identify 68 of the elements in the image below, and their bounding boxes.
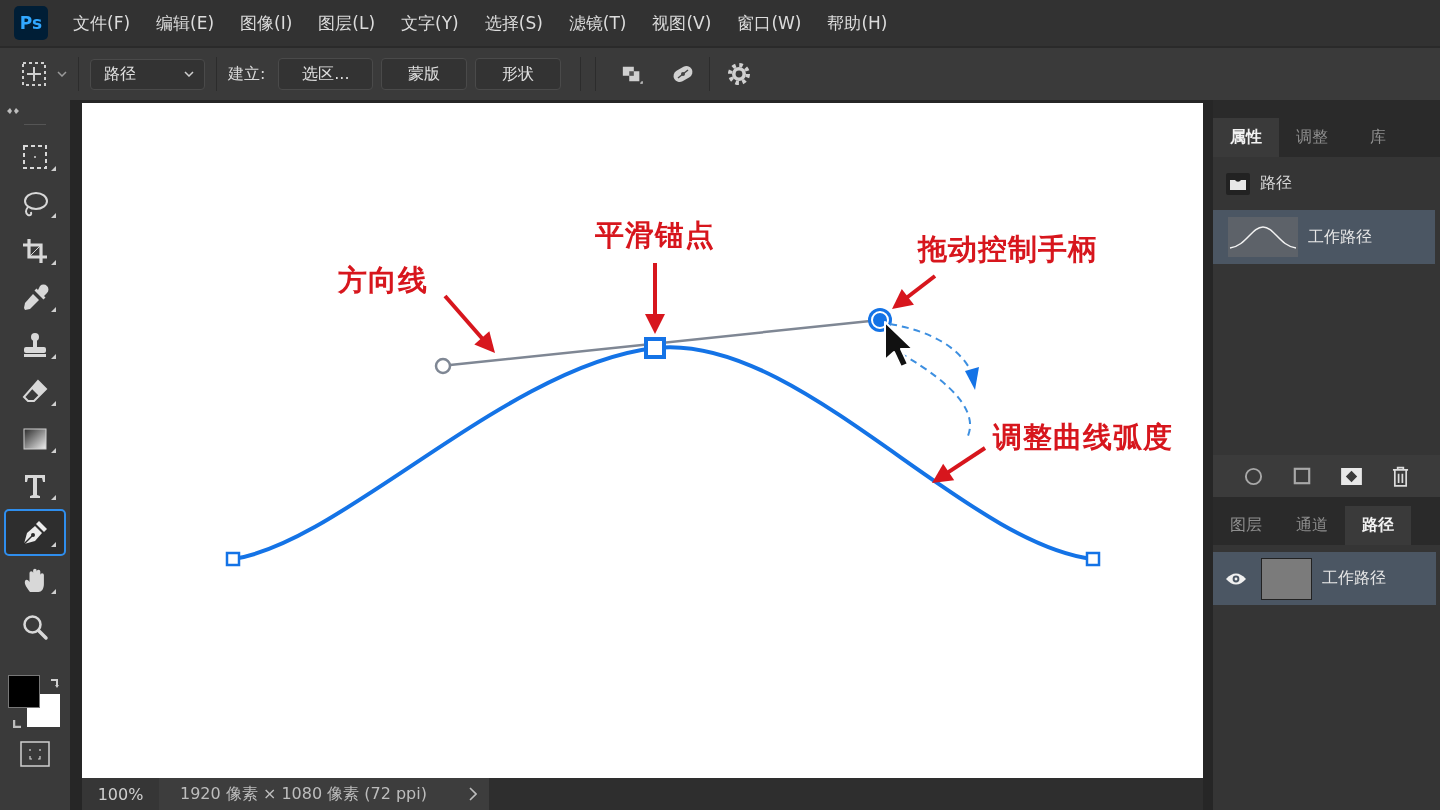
- end-anchor-point[interactable]: [1085, 551, 1101, 567]
- path-thumbnail: [1228, 217, 1298, 257]
- panel-tab[interactable]: 路径: [1345, 506, 1411, 545]
- annotation-arrow: [645, 263, 665, 334]
- menu-item[interactable]: 图像(I): [240, 11, 293, 35]
- zoom-field[interactable]: 100%: [82, 778, 159, 810]
- pen-nib-icon: [21, 518, 49, 547]
- chevron-right-icon[interactable]: [468, 787, 477, 801]
- dashed-square-icon: [21, 142, 49, 171]
- pointer-cursor-icon: [884, 321, 914, 368]
- make-button[interactable]: 选区...: [278, 58, 374, 90]
- menu-item[interactable]: 文字(Y): [401, 11, 459, 35]
- panel-tab[interactable]: 库: [1345, 118, 1411, 157]
- menu-item[interactable]: 视图(V): [652, 11, 712, 35]
- collapse-arrows-icon[interactable]: [7, 108, 19, 114]
- lasso-icon: [21, 189, 49, 218]
- annotation-label: 平滑锚点: [595, 220, 715, 252]
- smooth-anchor-point[interactable]: [644, 337, 666, 359]
- menu-item[interactable]: 窗口(W): [737, 11, 802, 35]
- chevron-down-icon[interactable]: [57, 71, 67, 77]
- path-thumbnail: [1261, 557, 1312, 600]
- eyedropper-icon: [21, 283, 49, 312]
- path-name: 工作路径: [1308, 226, 1372, 248]
- menu-item[interactable]: 滤镜(T): [568, 11, 627, 35]
- default-colors-icon[interactable]: [13, 720, 21, 728]
- path-row[interactable]: 工作路径: [1213, 552, 1436, 605]
- app-logo: Ps: [14, 6, 48, 40]
- make-button[interactable]: 形状: [475, 58, 562, 90]
- trash-icon[interactable]: [1392, 465, 1409, 487]
- add-mask-icon[interactable]: [1341, 467, 1362, 485]
- panel-tab[interactable]: 调整: [1279, 118, 1345, 157]
- vector-mask-icon: [1226, 172, 1250, 195]
- settings-icon[interactable]: [727, 62, 752, 86]
- make-button[interactable]: 蒙版: [381, 58, 468, 90]
- path-item[interactable]: 工作路径: [1213, 210, 1435, 264]
- panel-tab[interactable]: 属性: [1213, 118, 1279, 157]
- annotation-label: 方向线: [338, 265, 428, 297]
- zoom-icon: [21, 612, 49, 641]
- make-label: 建立:: [228, 63, 266, 85]
- quick-mask-icon[interactable]: [20, 741, 50, 767]
- annotation-arrow: [892, 274, 937, 309]
- swap-arrow-icon[interactable]: [50, 678, 60, 688]
- pen-tool-button[interactable]: [4, 509, 66, 556]
- color-swatches[interactable]: [8, 675, 60, 727]
- panel-tab[interactable]: 通道: [1279, 506, 1345, 545]
- path-name: 工作路径: [1322, 568, 1386, 589]
- mode-dropdown[interactable]: 路径: [90, 58, 205, 90]
- menu-item[interactable]: 文件(F): [73, 11, 131, 35]
- panel-tab[interactable]: 图层: [1213, 506, 1279, 545]
- eye-icon[interactable]: [1225, 571, 1247, 586]
- square-icon[interactable]: [1293, 467, 1311, 485]
- document-info: 1920 像素 × 1080 像素 (72 ppi): [180, 783, 427, 805]
- menu-item[interactable]: 图层(L): [318, 11, 376, 35]
- menu-item[interactable]: 帮助(H): [827, 11, 888, 35]
- menu-item[interactable]: 选择(S): [484, 11, 543, 35]
- annotation-label: 拖动控制手柄: [918, 234, 1098, 266]
- direction-point[interactable]: [434, 357, 452, 375]
- menu-item[interactable]: 编辑(E): [156, 11, 215, 35]
- stamp-icon: [21, 330, 49, 359]
- chevron-down-icon: [184, 71, 194, 77]
- circle-icon[interactable]: [1244, 466, 1263, 486]
- section-title: 路径: [1260, 173, 1292, 194]
- crop-icon: [21, 236, 49, 265]
- annotation-arrow: [443, 294, 495, 353]
- annotation-label: 调整曲线弧度: [993, 422, 1173, 454]
- anchor-grid-icon[interactable]: [21, 61, 47, 87]
- end-anchor-point[interactable]: [225, 551, 241, 567]
- annotation-arrow: [932, 446, 987, 483]
